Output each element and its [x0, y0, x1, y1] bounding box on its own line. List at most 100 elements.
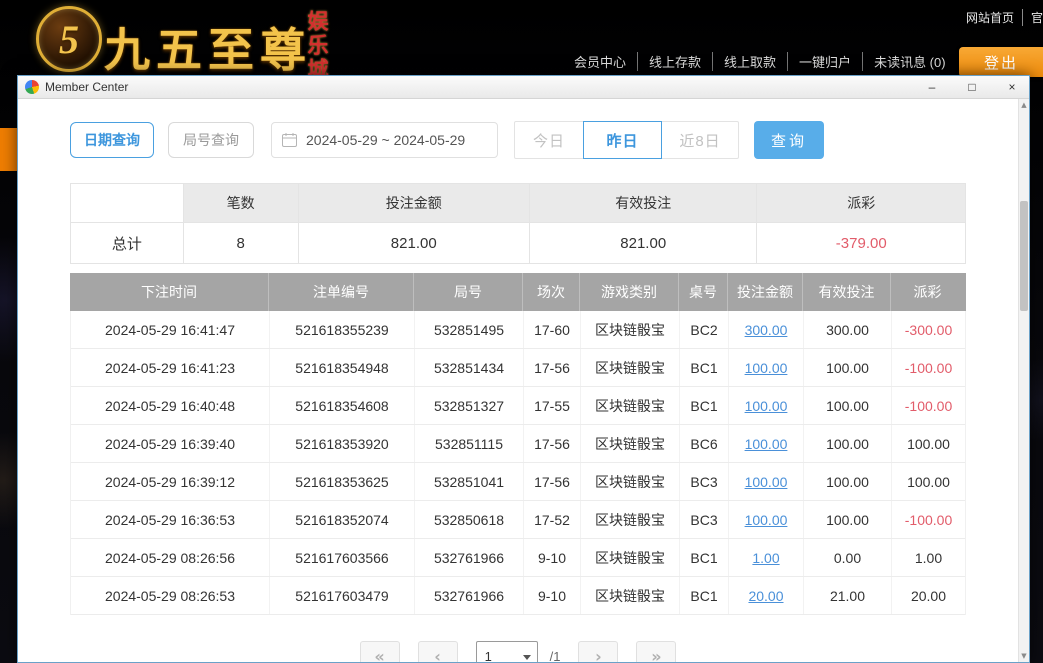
tab-date-query[interactable]: 日期查询: [70, 122, 154, 158]
table-cell: 区块链骰宝: [581, 501, 680, 538]
table-cell: 521618354608: [270, 387, 415, 424]
table-row: 2024-05-29 16:41:47521618355239532851495…: [71, 311, 965, 349]
prev-page-button[interactable]: ‹: [418, 641, 458, 662]
date-range-value: 2024-05-29 ~ 2024-05-29: [306, 132, 465, 148]
link-clipped[interactable]: 官: [1022, 9, 1043, 26]
column-header: 派彩: [891, 273, 964, 311]
summary-total-row: 总计 8 821.00 821.00 -379.00: [71, 223, 965, 263]
bet-amount-link[interactable]: 300.00: [745, 322, 788, 338]
summary-count-value: 8: [184, 223, 299, 263]
site-logo-title: 九五至尊: [104, 14, 312, 80]
app-icon: [25, 80, 39, 94]
table-cell: 17-56: [524, 463, 581, 500]
summary-table: 笔数 投注金额 有效投注 派彩 总计 8 821.00 821.00 -379.…: [70, 183, 966, 264]
table-row: 2024-05-29 08:26:56521617603566532761966…: [71, 539, 965, 577]
bet-amount-link[interactable]: 100.00: [745, 474, 788, 490]
table-cell: 521618352074: [270, 501, 415, 538]
minimize-button[interactable]: –: [915, 76, 949, 98]
table-cell: 532850618: [415, 501, 524, 538]
summary-header-row: 笔数 投注金额 有效投注 派彩: [71, 184, 965, 223]
bet-amount-link[interactable]: 100.00: [745, 360, 788, 376]
nav-withdraw[interactable]: 线上取款: [712, 52, 787, 71]
nav-deposit[interactable]: 线上存款: [637, 52, 712, 71]
first-page-button[interactable]: «: [360, 641, 400, 662]
table-cell[interactable]: 300.00: [729, 311, 804, 348]
page-select-value: 1: [485, 649, 492, 663]
page-select[interactable]: 1: [476, 641, 538, 662]
nav-messages[interactable]: 未读讯息 (0): [862, 52, 957, 71]
site-logo-subtitle: 娱乐城: [301, 10, 331, 82]
maximize-button[interactable]: □: [955, 76, 989, 98]
table-cell: -300.00: [892, 311, 965, 348]
column-header: 投注金额: [728, 273, 803, 311]
table-cell: BC1: [680, 387, 729, 424]
table-cell: -100.00: [892, 501, 965, 538]
scroll-down-arrow[interactable]: ▼: [1019, 650, 1029, 662]
table-cell: 17-52: [524, 501, 581, 538]
table-cell: 21.00: [804, 577, 892, 614]
date-range-input[interactable]: 2024-05-29 ~ 2024-05-29: [271, 122, 498, 158]
bet-amount-link[interactable]: 100.00: [745, 436, 788, 452]
query-button[interactable]: 查询: [754, 121, 824, 159]
summary-header-payout: 派彩: [757, 184, 965, 223]
page-total-label: /1: [550, 641, 561, 662]
next-page-button[interactable]: ›: [578, 641, 618, 662]
table-row: 2024-05-29 08:26:53521617603479532761966…: [71, 577, 965, 615]
table-cell: 2024-05-29 16:36:53: [71, 501, 270, 538]
table-cell: 9-10: [524, 577, 581, 614]
table-cell: 区块链骰宝: [581, 349, 680, 386]
window-controls: – □ ×: [909, 76, 1029, 98]
table-cell[interactable]: 20.00: [729, 577, 804, 614]
table-cell[interactable]: 100.00: [729, 425, 804, 462]
nav-one-key[interactable]: 一键归户: [787, 52, 862, 71]
site-nav: 会员中心 线上存款 线上取款 一键归户 未读讯息 (0): [563, 52, 957, 71]
table-cell[interactable]: 100.00: [729, 349, 804, 386]
table-cell: 17-55: [524, 387, 581, 424]
table-cell: BC3: [680, 501, 729, 538]
table-cell: 521618355239: [270, 311, 415, 348]
table-cell: 532851115: [415, 425, 524, 462]
table-cell: 区块链骰宝: [581, 539, 680, 576]
column-header: 场次: [523, 273, 580, 311]
table-cell: 521618353920: [270, 425, 415, 462]
window-titlebar[interactable]: Member Center – □ ×: [18, 76, 1029, 99]
yesterday-button[interactable]: 昨日: [583, 121, 662, 159]
column-header: 有效投注: [803, 273, 891, 311]
summary-bet-amount-value: 821.00: [299, 223, 530, 263]
table-cell: 521617603479: [270, 577, 415, 614]
bet-amount-link[interactable]: 100.00: [745, 512, 788, 528]
bet-amount-link[interactable]: 20.00: [748, 588, 783, 604]
summary-header-bet-amount: 投注金额: [299, 184, 530, 223]
table-cell: 100.00: [892, 425, 965, 462]
summary-header-count: 笔数: [184, 184, 299, 223]
table-row: 2024-05-29 16:40:48521618354608532851327…: [71, 387, 965, 425]
table-cell: BC1: [680, 577, 729, 614]
bet-table: 下注时间注单编号局号场次游戏类别桌号投注金额有效投注派彩 2024-05-29 …: [70, 273, 966, 615]
close-button[interactable]: ×: [995, 76, 1029, 98]
table-cell: 532851434: [415, 349, 524, 386]
tab-round-query[interactable]: 局号查询: [168, 122, 254, 158]
table-cell: 9-10: [524, 539, 581, 576]
table-cell[interactable]: 100.00: [729, 387, 804, 424]
table-cell: 区块链骰宝: [581, 425, 680, 462]
link-home[interactable]: 网站首页: [958, 9, 1022, 26]
bet-amount-link[interactable]: 1.00: [752, 550, 779, 566]
table-cell: 区块链骰宝: [581, 463, 680, 500]
table-cell: -100.00: [892, 387, 965, 424]
column-header: 局号: [414, 273, 523, 311]
recent-8-days-button[interactable]: 近8日: [661, 121, 739, 159]
logout-button[interactable]: 登出: [959, 47, 1043, 77]
table-cell[interactable]: 100.00: [729, 501, 804, 538]
table-cell: BC6: [680, 425, 729, 462]
scrollbar-thumb[interactable]: [1020, 201, 1028, 311]
table-cell[interactable]: 1.00: [729, 539, 804, 576]
window-scrollbar[interactable]: ▲ ▼: [1018, 99, 1029, 662]
today-button[interactable]: 今日: [514, 121, 584, 159]
bet-amount-link[interactable]: 100.00: [745, 398, 788, 414]
scroll-up-arrow[interactable]: ▲: [1019, 99, 1029, 111]
logo-number: 5: [59, 16, 79, 63]
table-cell[interactable]: 100.00: [729, 463, 804, 500]
table-cell: 532851495: [415, 311, 524, 348]
last-page-button[interactable]: »: [636, 641, 676, 662]
nav-member-center[interactable]: 会员中心: [563, 52, 637, 71]
